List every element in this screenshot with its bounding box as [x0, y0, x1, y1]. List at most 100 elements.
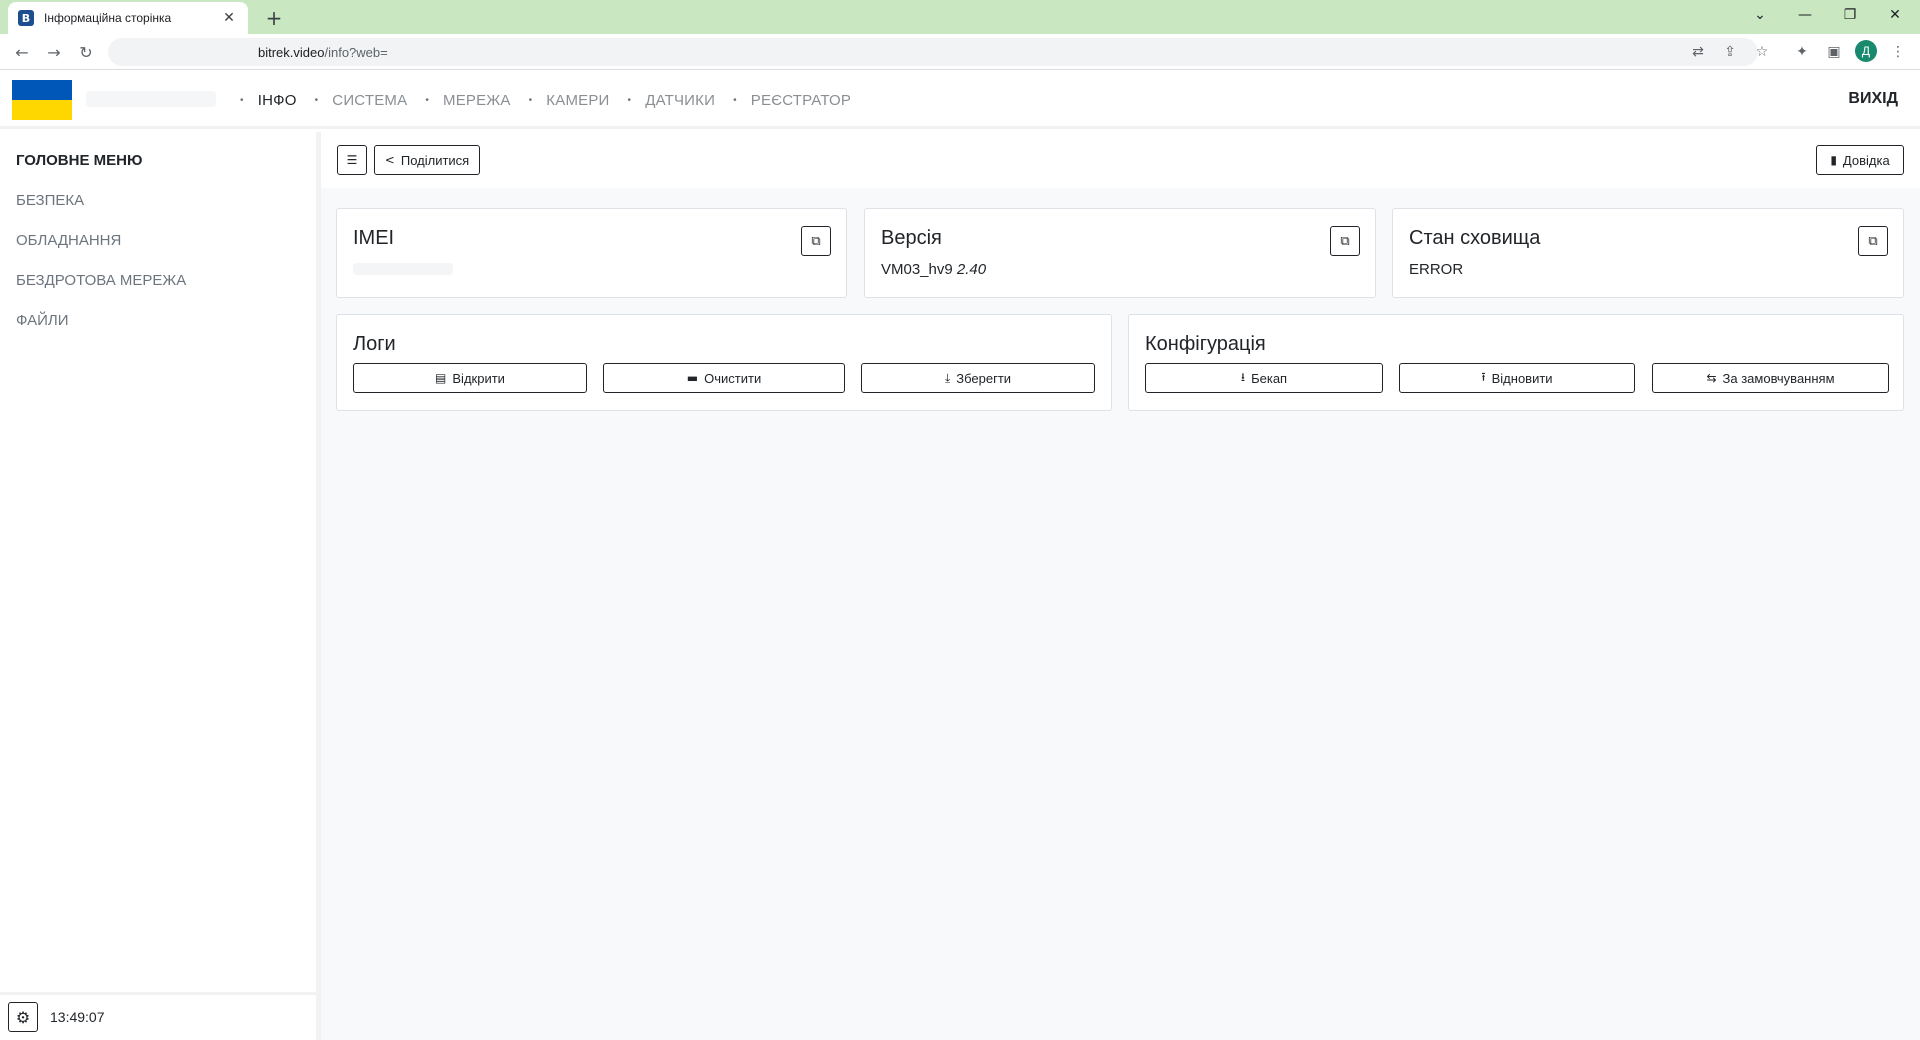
- flag-blue-stripe: [12, 80, 72, 100]
- bookmark-star-icon[interactable]: ☆: [1748, 38, 1776, 66]
- new-tab-button[interactable]: +: [260, 4, 288, 32]
- nav-bullet-icon: •: [528, 94, 533, 106]
- nav-item-1[interactable]: • СИСТЕМА: [315, 92, 408, 109]
- storage-value: ERROR: [1409, 261, 1464, 278]
- nav-item-label: РЕЄСТРАТОР: [750, 91, 852, 109]
- sidebar-item-hardware[interactable]: ОБЛАДНАННЯ: [16, 232, 121, 249]
- open-logs-label: Відкрити: [452, 370, 505, 386]
- url-path: /info?web=: [324, 44, 388, 60]
- logs-title: Логи: [353, 333, 396, 355]
- reset-default-label: За замовчуванням: [1722, 370, 1835, 386]
- save-logs-button[interactable]: ⤓ Зберегти: [861, 363, 1095, 393]
- browser-tab-bar: B Інформаційна сторінка ✕ + ⌄ — ❐ ✕: [0, 0, 1920, 34]
- translate-icon[interactable]: ⇄: [1684, 38, 1712, 66]
- extensions-icon[interactable]: ✦: [1788, 38, 1816, 66]
- trash-icon: ▬: [686, 371, 699, 385]
- version-firmware: VM03_hv9: [881, 261, 953, 278]
- site-favicon-icon: B: [18, 10, 34, 26]
- restore-button[interactable]: ⭱ Відновити: [1399, 363, 1635, 393]
- save-logs-label: Зберегти: [956, 370, 1012, 386]
- reset-default-button[interactable]: ⇆ За замовчуванням: [1652, 363, 1889, 393]
- upload-icon: ⭱: [1481, 369, 1486, 384]
- open-file-icon: ▤: [435, 371, 447, 385]
- action-toolbar: ☰ < Поділитися ▮ Довідка: [321, 132, 1920, 188]
- share-page-icon[interactable]: ⇪: [1716, 38, 1744, 66]
- storage-title: Стан сховища: [1409, 227, 1541, 249]
- version-number: 2.40: [956, 261, 987, 278]
- help-button[interactable]: ▮ Довідка: [1816, 145, 1904, 175]
- tab-search-icon[interactable]: ⌄: [1740, 0, 1780, 30]
- share-button-label: Поділитися: [400, 152, 470, 168]
- list-icon: ☰: [346, 153, 358, 167]
- config-card: Конфігурація ⭳ Бекап ⭱ Відновити ⇆ За за…: [1128, 314, 1904, 411]
- url-host: bitrek.video: [258, 44, 325, 60]
- settings-gear-icon[interactable]: ⚙: [8, 1002, 38, 1032]
- imei-card: IMEI ⧉: [336, 208, 847, 298]
- profile-avatar[interactable]: Д: [1855, 40, 1877, 62]
- nav-item-5[interactable]: • РЕЄСТРАТОР: [733, 92, 851, 109]
- restore-button[interactable]: ❐: [1830, 0, 1870, 30]
- version-value: VM03_hv9 2.40: [881, 261, 986, 278]
- clear-logs-label: Очистити: [704, 370, 762, 386]
- browser-toolbar: ← → ↻ bitrek.video/info?web= ⇄ ⇪ ☆ ✦ ▣ ⋮: [0, 34, 1920, 70]
- save-tray-icon: ⤓: [944, 370, 951, 385]
- logs-card: Логи ▤ Відкрити ▬ Очистити ⤓ Зберегти: [336, 314, 1112, 411]
- browser-tab[interactable]: B Інформаційна сторінка ✕: [8, 2, 248, 34]
- browser-menu-icon[interactable]: ⋮: [1884, 38, 1912, 66]
- help-button-label: Довідка: [1842, 152, 1890, 168]
- open-logs-button[interactable]: ▤ Відкрити: [353, 363, 587, 393]
- backup-button[interactable]: ⭳ Бекап: [1145, 363, 1383, 393]
- top-navigation: • ІНФО • СИСТЕМА • МЕРЕЖА • КАМЕРИ • ДАТЧИКИ • РЕЄС…: [240, 71, 869, 129]
- sidebar-item-security[interactable]: БЕЗПЕКА: [16, 192, 84, 209]
- version-title: Версія: [881, 227, 942, 249]
- sidebar-item-files[interactable]: ФАЙЛИ: [16, 312, 69, 329]
- nav-item-0[interactable]: • ІНФО: [240, 92, 297, 109]
- ukraine-flag-logo[interactable]: [12, 80, 72, 120]
- clock: 13:49:07: [50, 1009, 105, 1025]
- list-view-button[interactable]: ☰: [337, 145, 367, 175]
- storage-card: Стан сховища ERROR ⧉: [1392, 208, 1904, 298]
- share-icon: <: [384, 153, 395, 167]
- share-button[interactable]: < Поділитися: [374, 145, 480, 175]
- imei-value-redacted: [353, 263, 453, 275]
- minimize-button[interactable]: —: [1785, 0, 1825, 30]
- clear-logs-button[interactable]: ▬ Очистити: [603, 363, 845, 393]
- logout-link[interactable]: ВИХІД: [1848, 90, 1898, 108]
- app-header: • ІНФО • СИСТЕМА • МЕРЕЖА • КАМЕРИ • ДАТЧИКИ • РЕЄС…: [0, 71, 1920, 129]
- nav-item-2[interactable]: • МЕРЕЖА: [425, 92, 510, 109]
- nav-item-3[interactable]: • КАМЕРИ: [529, 92, 610, 109]
- reset-arrows-icon: ⇆: [1706, 371, 1717, 385]
- close-window-button[interactable]: ✕: [1875, 0, 1915, 30]
- backup-label: Бекап: [1251, 370, 1288, 386]
- close-tab-icon[interactable]: ✕: [220, 10, 238, 26]
- nav-item-label: МЕРЕЖА: [443, 91, 511, 109]
- nav-item-label: ІНФО: [257, 91, 297, 109]
- forward-icon[interactable]: →: [40, 38, 68, 66]
- flag-yellow-stripe: [12, 100, 72, 120]
- copy-imei-icon[interactable]: ⧉: [801, 226, 831, 256]
- reload-icon[interactable]: ↻: [72, 38, 100, 66]
- sidebar-footer: ⚙ 13:49:07: [0, 992, 316, 1040]
- nav-bullet-icon: •: [425, 94, 430, 106]
- download-icon: ⭳: [1240, 369, 1246, 384]
- nav-item-label: ДАТЧИКИ: [645, 91, 716, 109]
- brand-logo-placeholder: [86, 91, 216, 107]
- sidebar-title: ГОЛОВНЕ МЕНЮ: [16, 152, 143, 169]
- nav-item-label: КАМЕРИ: [546, 91, 610, 109]
- nav-bullet-icon: •: [733, 94, 737, 106]
- nav-item-4[interactable]: • ДАТЧИКИ: [628, 92, 716, 109]
- nav-bullet-icon: •: [314, 94, 319, 106]
- copy-storage-icon[interactable]: ⧉: [1858, 226, 1888, 256]
- address-bar[interactable]: bitrek.video/info?web=: [108, 38, 1758, 66]
- copy-version-icon[interactable]: ⧉: [1330, 226, 1360, 256]
- back-icon[interactable]: ←: [8, 38, 36, 66]
- nav-bullet-icon: •: [240, 94, 244, 106]
- sidebar-item-wireless[interactable]: БЕЗДРОТОВА МЕРЕЖА: [16, 272, 186, 289]
- config-title: Конфігурація: [1145, 333, 1266, 355]
- imei-title: IMEI: [353, 227, 395, 249]
- nav-item-label: СИСТЕМА: [332, 91, 408, 109]
- main-content: ☰ < Поділитися ▮ Довідка IMEI ⧉ Версія V…: [321, 132, 1920, 1040]
- book-icon: ▮: [1830, 153, 1837, 167]
- side-panel-icon[interactable]: ▣: [1820, 38, 1848, 66]
- tab-title: Інформаційна сторінка: [44, 11, 172, 25]
